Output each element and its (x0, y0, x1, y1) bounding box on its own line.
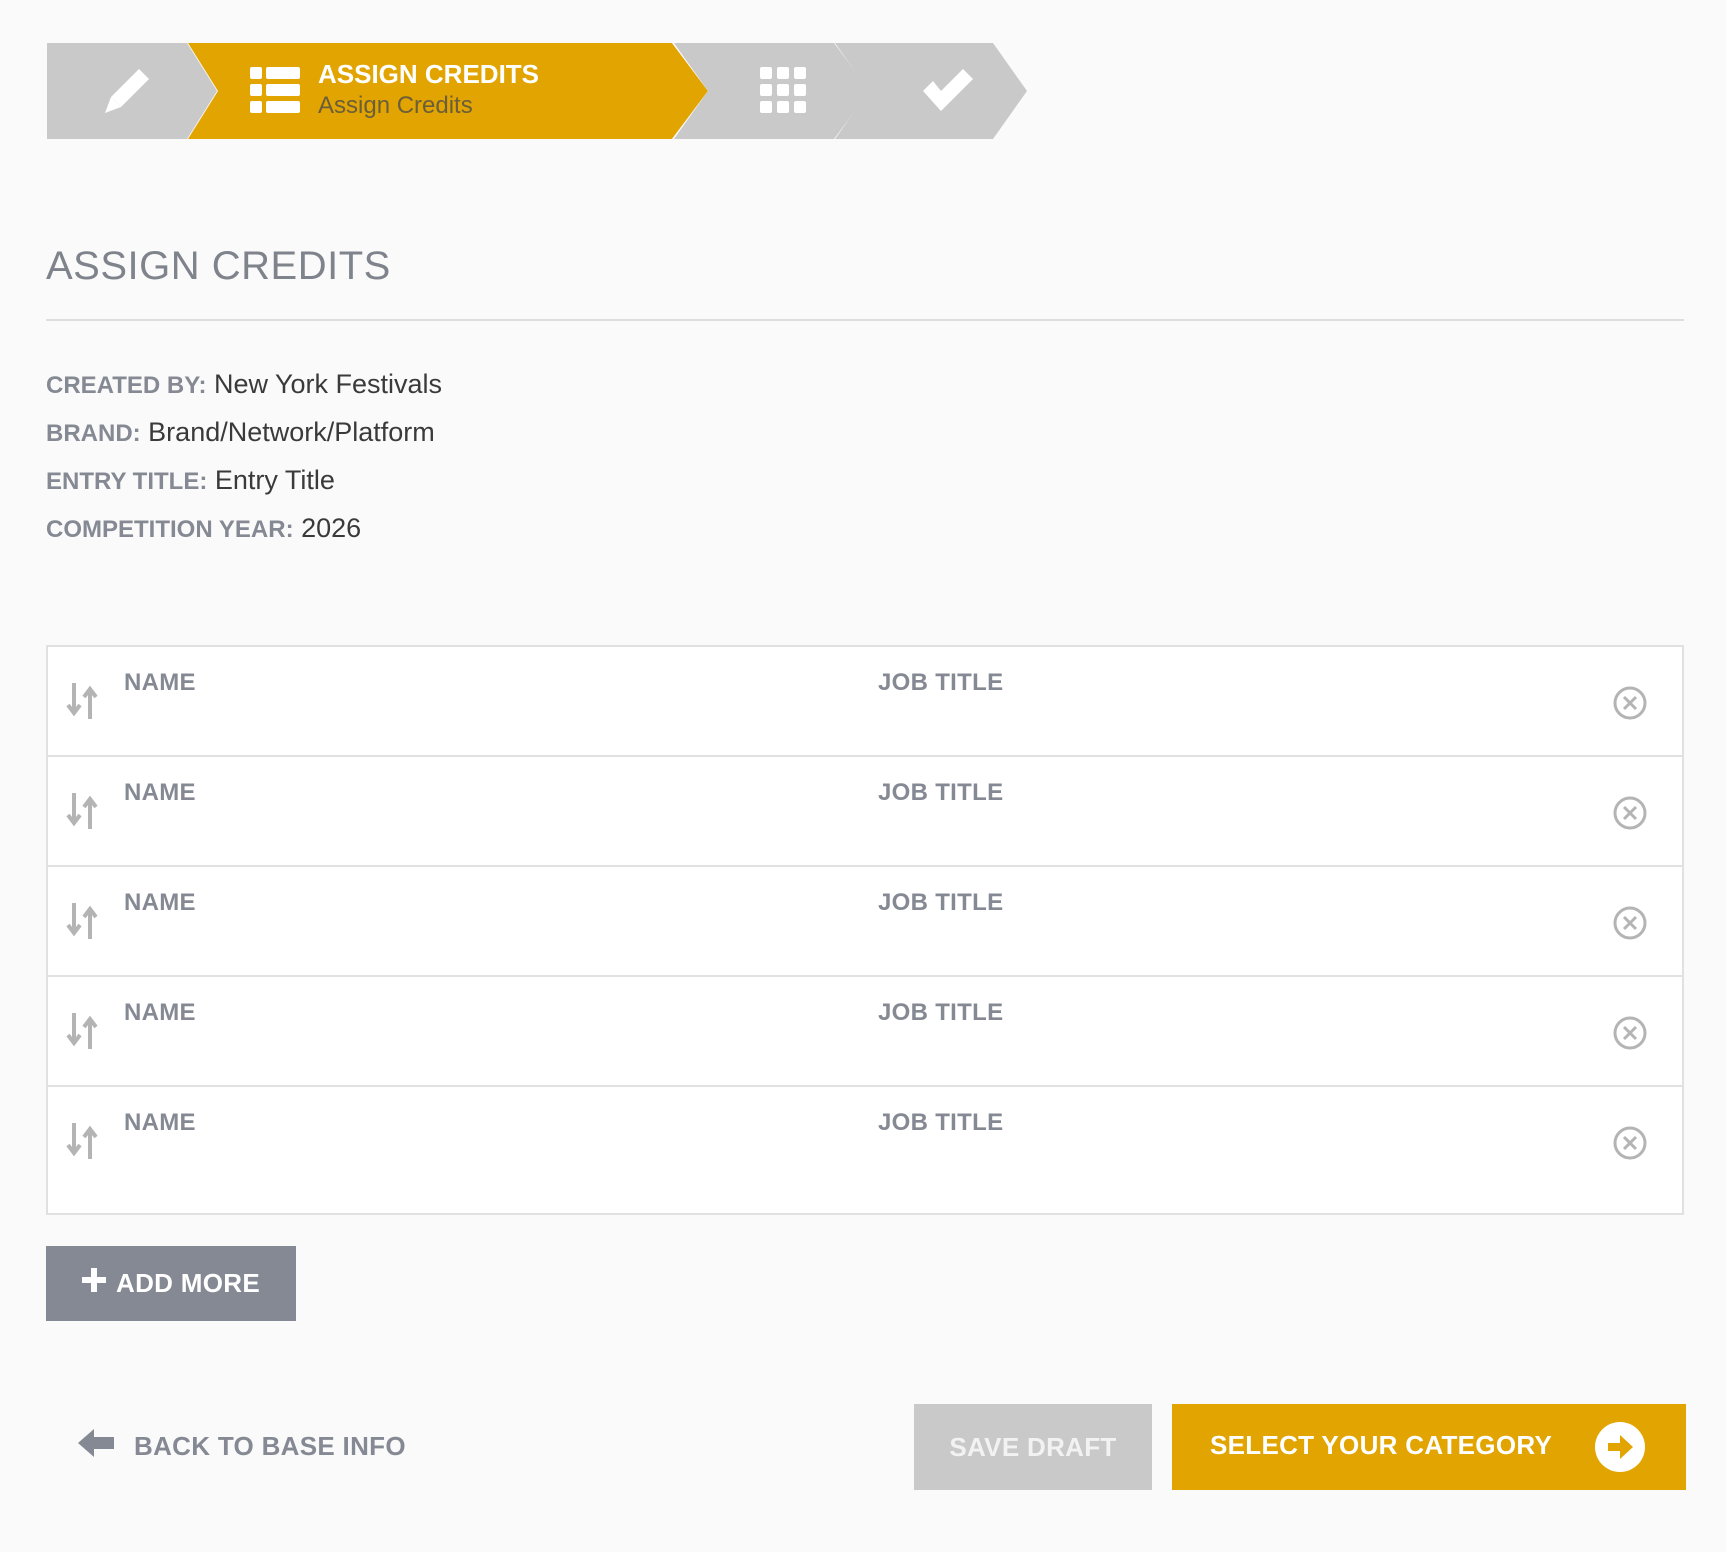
add-more-button[interactable]: ADD MORE (46, 1246, 296, 1321)
title-divider (46, 319, 1684, 321)
sort-handle-icon[interactable] (66, 681, 100, 721)
job-title-input[interactable] (878, 1143, 1582, 1181)
name-label: NAME (124, 669, 196, 696)
entry-meta: CREATED BY: New York Festivals BRAND: Br… (46, 366, 442, 558)
sort-handle-icon[interactable] (66, 1121, 100, 1161)
job-title-input[interactable] (878, 703, 1582, 741)
name-input[interactable] (124, 1143, 828, 1181)
name-label: NAME (124, 999, 196, 1026)
add-more-label: ADD MORE (116, 1268, 260, 1298)
created-by-label: CREATED BY: (46, 372, 207, 399)
remove-row-icon[interactable] (1612, 1015, 1648, 1051)
credit-row: NAME JOB TITLE (48, 867, 1682, 977)
competition-year-value: 2026 (301, 513, 362, 543)
job-title-label: JOB TITLE (878, 669, 1004, 696)
pencil-icon (99, 63, 155, 119)
save-draft-button[interactable]: SAVE DRAFT (914, 1404, 1152, 1490)
job-title-input[interactable] (878, 813, 1582, 851)
remove-row-icon[interactable] (1612, 1125, 1648, 1161)
name-input[interactable] (124, 923, 828, 961)
remove-row-icon[interactable] (1612, 905, 1648, 941)
job-title-label: JOB TITLE (878, 999, 1004, 1026)
page-title: ASSIGN CREDITS (46, 244, 391, 288)
back-label: BACK TO BASE INFO (134, 1430, 406, 1461)
entry-title-label: ENTRY TITLE: (46, 468, 208, 495)
credits-list: NAME JOB TITLE NAME JOB TITLE NAME JOB T… (46, 645, 1684, 1215)
credit-row: NAME JOB TITLE (48, 1087, 1682, 1213)
step-active-text: ASSIGN CREDITS Assign Credits (318, 57, 539, 121)
list-icon (248, 65, 302, 115)
name-input[interactable] (124, 1033, 828, 1071)
sort-handle-icon[interactable] (66, 1011, 100, 1051)
job-title-label: JOB TITLE (878, 889, 1004, 916)
wizard-steps: ASSIGN CREDITS Assign Credits (47, 43, 1027, 139)
select-category-label: SELECT YOUR CATEGORY (1210, 1430, 1553, 1460)
meta-created-by: CREATED BY: New York Festivals (46, 366, 442, 414)
plus-icon (82, 1268, 107, 1299)
back-to-base-info-link[interactable]: BACK TO BASE INFO (78, 1426, 406, 1466)
job-title-label: JOB TITLE (878, 1109, 1004, 1136)
job-title-input[interactable] (878, 1033, 1582, 1071)
arrow-left-icon (78, 1428, 114, 1465)
step-assign-credits[interactable]: ASSIGN CREDITS Assign Credits (188, 43, 708, 139)
step-confirm[interactable] (835, 43, 1027, 139)
name-label: NAME (124, 779, 196, 806)
job-title-input[interactable] (878, 923, 1582, 961)
brand-label: BRAND: (46, 420, 141, 447)
meta-entry-title: ENTRY TITLE: Entry Title (46, 462, 442, 510)
arrow-right-circle-icon (1595, 1422, 1645, 1472)
meta-competition-year: COMPETITION YEAR: 2026 (46, 510, 442, 558)
grid-icon (759, 66, 807, 114)
name-label: NAME (124, 889, 196, 916)
credit-row: NAME JOB TITLE (48, 647, 1682, 757)
select-category-button[interactable]: SELECT YOUR CATEGORY (1172, 1404, 1686, 1490)
created-by-value: New York Festivals (213, 369, 443, 399)
save-draft-label: SAVE DRAFT (949, 1431, 1117, 1462)
remove-row-icon[interactable] (1612, 685, 1648, 721)
brand-value: Brand/Network/Platform (148, 417, 435, 447)
step-active-title: ASSIGN CREDITS (318, 59, 540, 89)
job-title-label: JOB TITLE (878, 779, 1004, 806)
remove-row-icon[interactable] (1612, 795, 1648, 831)
name-label: NAME (124, 1109, 196, 1136)
credit-row: NAME JOB TITLE (48, 977, 1682, 1087)
credit-row: NAME JOB TITLE (48, 757, 1682, 867)
sort-handle-icon[interactable] (66, 901, 100, 941)
competition-year-label: COMPETITION YEAR: (46, 516, 294, 543)
name-input[interactable] (124, 813, 828, 851)
check-icon (919, 65, 975, 115)
name-input[interactable] (124, 703, 828, 741)
meta-brand: BRAND: Brand/Network/Platform (46, 414, 442, 462)
entry-title-value: Entry Title (214, 465, 335, 495)
step-active-subtitle: Assign Credits (318, 92, 473, 119)
sort-handle-icon[interactable] (66, 791, 100, 831)
